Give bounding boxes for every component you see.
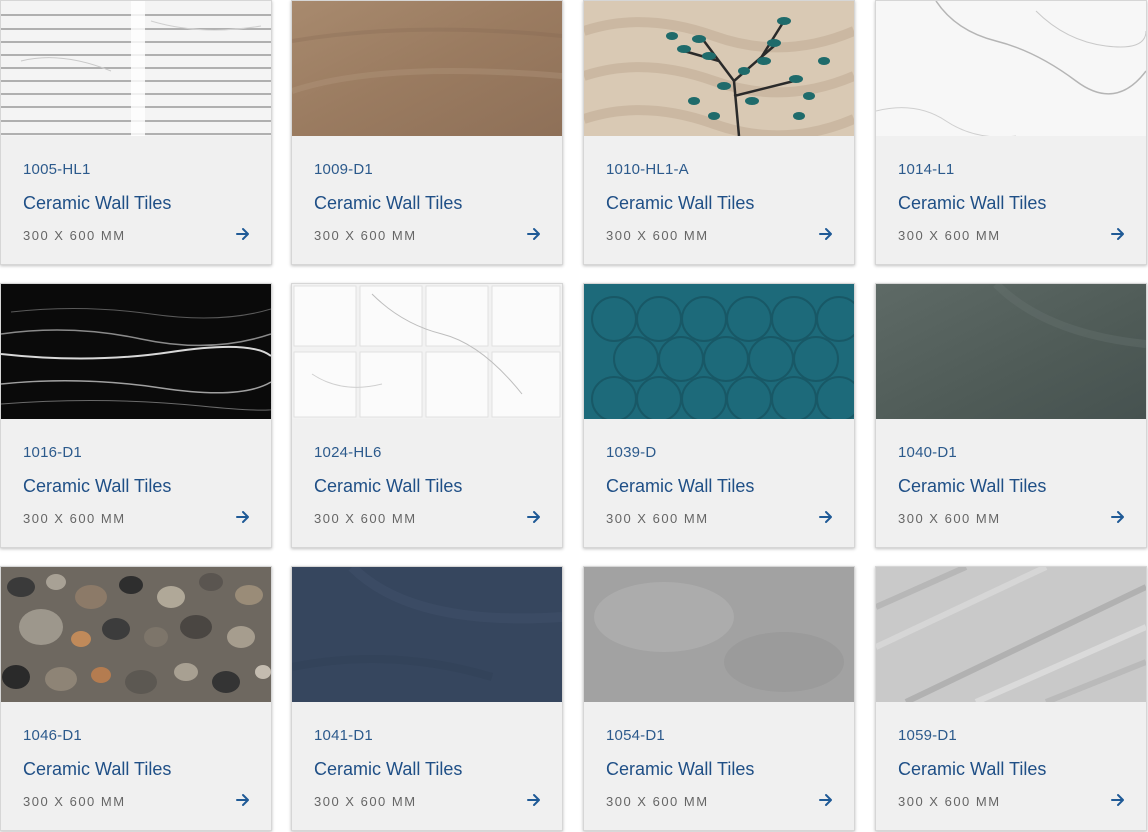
product-size: 300 X 600 MM: [314, 228, 417, 243]
product-code: 1040-D1: [898, 444, 957, 461]
product-card[interactable]: 1005-HL1 Ceramic Wall Tiles 300 X 600 MM: [0, 0, 272, 265]
product-title[interactable]: Ceramic Wall Tiles: [898, 476, 1046, 497]
product-code: 1041-D1: [314, 727, 373, 744]
product-image[interactable]: [292, 567, 562, 702]
product-card[interactable]: 1054-D1 Ceramic Wall Tiles 300 X 600 MM: [583, 566, 855, 831]
arrow-right-icon[interactable]: [235, 225, 251, 243]
product-image[interactable]: [876, 567, 1146, 702]
product-code: 1016-D1: [23, 444, 82, 461]
product-image[interactable]: [292, 284, 562, 419]
product-image[interactable]: [584, 567, 854, 702]
product-code: 1024-HL6: [314, 444, 382, 461]
product-code: 1005-HL1: [23, 161, 91, 178]
product-code: 1009-D1: [314, 161, 373, 178]
product-title[interactable]: Ceramic Wall Tiles: [606, 476, 754, 497]
product-size: 300 X 600 MM: [314, 511, 417, 526]
arrow-right-icon[interactable]: [1110, 508, 1126, 526]
product-code: 1046-D1: [23, 727, 82, 744]
product-size: 300 X 600 MM: [606, 794, 709, 809]
product-card[interactable]: 1040-D1 Ceramic Wall Tiles 300 X 600 MM: [875, 283, 1147, 548]
product-card[interactable]: 1009-D1 Ceramic Wall Tiles 300 X 600 MM: [291, 0, 563, 265]
product-title[interactable]: Ceramic Wall Tiles: [898, 193, 1046, 214]
product-size: 300 X 600 MM: [606, 228, 709, 243]
product-image[interactable]: [584, 1, 854, 136]
product-image[interactable]: [876, 1, 1146, 136]
product-code: 1010-HL1-A: [606, 161, 689, 178]
product-title[interactable]: Ceramic Wall Tiles: [314, 759, 462, 780]
arrow-right-icon[interactable]: [1110, 791, 1126, 809]
arrow-right-icon[interactable]: [818, 225, 834, 243]
product-image[interactable]: [1, 567, 271, 702]
product-title[interactable]: Ceramic Wall Tiles: [23, 193, 171, 214]
arrow-right-icon[interactable]: [526, 791, 542, 809]
product-card[interactable]: 1039-D Ceramic Wall Tiles 300 X 600 MM: [583, 283, 855, 548]
arrow-right-icon[interactable]: [235, 791, 251, 809]
arrow-right-icon[interactable]: [818, 508, 834, 526]
arrow-right-icon[interactable]: [526, 508, 542, 526]
product-image[interactable]: [292, 1, 562, 136]
product-title[interactable]: Ceramic Wall Tiles: [23, 476, 171, 497]
arrow-right-icon[interactable]: [526, 225, 542, 243]
product-title[interactable]: Ceramic Wall Tiles: [606, 759, 754, 780]
product-image[interactable]: [876, 284, 1146, 419]
product-card[interactable]: 1046-D1 Ceramic Wall Tiles 300 X 600 MM: [0, 566, 272, 831]
product-image[interactable]: [1, 1, 271, 136]
product-title[interactable]: Ceramic Wall Tiles: [23, 759, 171, 780]
product-size: 300 X 600 MM: [23, 228, 126, 243]
product-title[interactable]: Ceramic Wall Tiles: [314, 476, 462, 497]
product-size: 300 X 600 MM: [606, 511, 709, 526]
product-code: 1014-L1: [898, 161, 955, 178]
product-size: 300 X 600 MM: [898, 228, 1001, 243]
product-card[interactable]: 1024-HL6 Ceramic Wall Tiles 300 X 600 MM: [291, 283, 563, 548]
product-size: 300 X 600 MM: [898, 794, 1001, 809]
product-card[interactable]: 1010-HL1-A Ceramic Wall Tiles 300 X 600 …: [583, 0, 855, 265]
product-code: 1039-D: [606, 444, 657, 461]
product-code: 1059-D1: [898, 727, 957, 744]
product-code: 1054-D1: [606, 727, 665, 744]
arrow-right-icon[interactable]: [1110, 225, 1126, 243]
product-size: 300 X 600 MM: [23, 794, 126, 809]
product-grid: 1005-HL1 Ceramic Wall Tiles 300 X 600 MM…: [0, 0, 1148, 832]
product-size: 300 X 600 MM: [23, 511, 126, 526]
product-title[interactable]: Ceramic Wall Tiles: [606, 193, 754, 214]
arrow-right-icon[interactable]: [235, 508, 251, 526]
product-card[interactable]: 1016-D1 Ceramic Wall Tiles 300 X 600 MM: [0, 283, 272, 548]
product-title[interactable]: Ceramic Wall Tiles: [314, 193, 462, 214]
arrow-right-icon[interactable]: [818, 791, 834, 809]
product-card[interactable]: 1041-D1 Ceramic Wall Tiles 300 X 600 MM: [291, 566, 563, 831]
product-title[interactable]: Ceramic Wall Tiles: [898, 759, 1046, 780]
product-card[interactable]: 1059-D1 Ceramic Wall Tiles 300 X 600 MM: [875, 566, 1147, 831]
product-image[interactable]: [584, 284, 854, 419]
product-size: 300 X 600 MM: [314, 794, 417, 809]
product-image[interactable]: [1, 284, 271, 419]
product-size: 300 X 600 MM: [898, 511, 1001, 526]
product-card[interactable]: 1014-L1 Ceramic Wall Tiles 300 X 600 MM: [875, 0, 1147, 265]
